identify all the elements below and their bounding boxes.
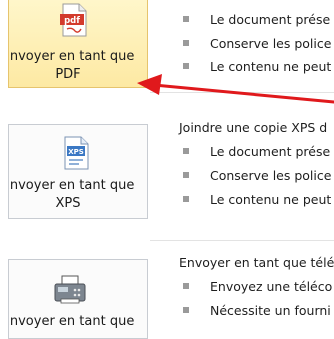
- red-annotation-arrow: [137, 74, 334, 104]
